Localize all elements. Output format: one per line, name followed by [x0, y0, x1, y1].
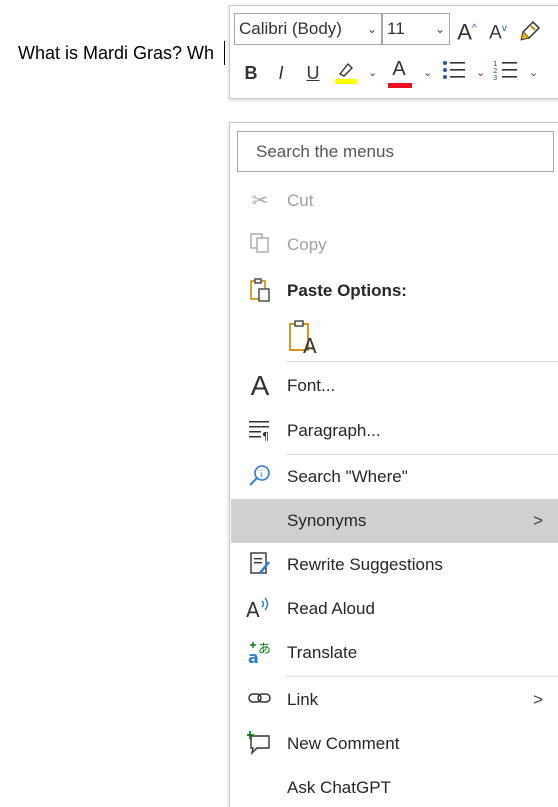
paste-keep-text-button[interactable]: A: [280, 315, 340, 359]
ask-chatgpt-label: Ask ChatGPT: [287, 778, 391, 797]
bullets-button[interactable]: [440, 58, 468, 88]
menu-separator: [286, 676, 558, 677]
svg-text:3: 3: [493, 74, 497, 82]
menu-item-ask-chatgpt[interactable]: Ask ChatGPT: [231, 766, 558, 807]
chevron-right-icon: >: [533, 690, 543, 709]
bold-button[interactable]: B: [240, 58, 262, 88]
new-comment-icon: [246, 730, 274, 758]
chevron-down-icon[interactable]: ⌄: [368, 66, 377, 79]
menu-search-input[interactable]: Search the menus: [237, 131, 554, 172]
font-color-button[interactable]: A: [386, 58, 412, 88]
new-comment-label: New Comment: [287, 734, 400, 753]
svg-text:i: i: [260, 470, 263, 480]
menu-separator: [286, 361, 558, 362]
format-painter-button[interactable]: [516, 14, 546, 44]
underline-icon: U: [306, 63, 320, 83]
font-name-value: Calibri (Body): [239, 19, 342, 38]
read-aloud-icon: A: [246, 595, 274, 623]
format-painter-icon: [520, 21, 541, 41]
synonyms-label: Synonyms: [287, 511, 367, 530]
menu-item-paragraph[interactable]: ¶ Paragraph...: [231, 409, 558, 453]
cut-label: Cut: [287, 191, 314, 210]
svg-text:あ: あ: [258, 642, 271, 657]
bold-icon: B: [244, 63, 258, 83]
chevron-down-icon[interactable]: ⌄: [529, 66, 538, 79]
clipboard-icon: [246, 277, 274, 305]
read-aloud-label: Read Aloud: [287, 599, 375, 618]
shrink-font-button[interactable]: Av: [485, 14, 511, 44]
chevron-down-icon: ⌄: [366, 22, 377, 36]
link-icon: [246, 686, 274, 714]
paste-options-label: Paste Options:: [287, 281, 407, 300]
font-size-value: 11: [387, 19, 405, 38]
menu-item-translate[interactable]: aあ Translate: [231, 631, 558, 675]
mini-toolbar: Calibri (Body) ⌄ 11 ⌄ A^ Av B I U ⌄ A ⌄: [229, 5, 558, 99]
menu-item-cut[interactable]: ✂ Cut: [231, 179, 558, 223]
italic-button[interactable]: I: [270, 58, 292, 88]
rewrite-icon: [246, 551, 274, 579]
svg-text:A: A: [303, 334, 317, 355]
copy-icon: [246, 231, 274, 259]
highlight-button[interactable]: [332, 58, 358, 88]
numbered-list-icon: 1 2 3: [493, 60, 517, 82]
text-caret: [224, 41, 225, 65]
font-icon: A: [250, 370, 270, 401]
chevron-down-icon: ⌄: [434, 22, 445, 36]
copy-label: Copy: [287, 235, 327, 254]
shrink-font-icon: A: [489, 22, 502, 44]
context-menu: Search the menus ✂ Cut Copy Paste Option…: [229, 122, 558, 807]
paste-options-header: Paste Options:: [231, 269, 558, 313]
grow-font-button[interactable]: A^: [453, 14, 481, 44]
translate-label: Translate: [287, 643, 358, 662]
menu-item-rewrite-suggestions[interactable]: Rewrite Suggestions: [231, 543, 558, 587]
paragraph-label: Paragraph...: [287, 421, 381, 440]
font-color-swatch: [388, 83, 412, 88]
search-icon: i: [246, 463, 274, 491]
document-text[interactable]: What is Mardi Gras? Wh: [18, 43, 214, 64]
font-name-dropdown[interactable]: Calibri (Body) ⌄: [234, 13, 382, 45]
rewrite-label: Rewrite Suggestions: [287, 555, 443, 574]
font-label: Font...: [287, 376, 336, 395]
underline-button[interactable]: U: [302, 58, 324, 88]
font-size-dropdown[interactable]: 11 ⌄: [382, 13, 450, 45]
search-label: Search "Where": [287, 467, 408, 486]
bullet-list-icon: [443, 61, 465, 79]
menu-item-copy[interactable]: Copy: [231, 223, 558, 267]
menu-item-link[interactable]: Link >: [231, 678, 558, 722]
italic-icon: I: [278, 63, 284, 83]
paste-text-only-icon: A: [286, 319, 320, 358]
highlighter-icon: [335, 62, 357, 84]
menu-item-search[interactable]: i Search "Where": [231, 455, 558, 499]
menu-item-new-comment[interactable]: New Comment: [231, 722, 558, 766]
translate-icon: aあ: [246, 639, 274, 667]
menu-item-read-aloud[interactable]: A Read Aloud: [231, 587, 558, 631]
font-color-icon: A: [392, 58, 406, 80]
menu-search-placeholder: Search the menus: [256, 142, 394, 161]
chevron-right-icon: >: [533, 511, 543, 530]
paragraph-icon: ¶: [246, 417, 274, 445]
grow-font-icon: A: [457, 19, 472, 45]
svg-text:¶: ¶: [262, 430, 269, 441]
link-label: Link: [287, 690, 319, 709]
chevron-down-icon[interactable]: ⌄: [423, 66, 432, 79]
menu-item-font[interactable]: A Font...: [231, 364, 558, 408]
menu-item-synonyms[interactable]: Synonyms >: [231, 499, 558, 543]
svg-text:A: A: [246, 598, 260, 621]
numbering-button[interactable]: 1 2 3: [492, 58, 520, 88]
scissors-icon: ✂: [251, 190, 269, 212]
chevron-down-icon[interactable]: ⌄: [476, 66, 485, 79]
